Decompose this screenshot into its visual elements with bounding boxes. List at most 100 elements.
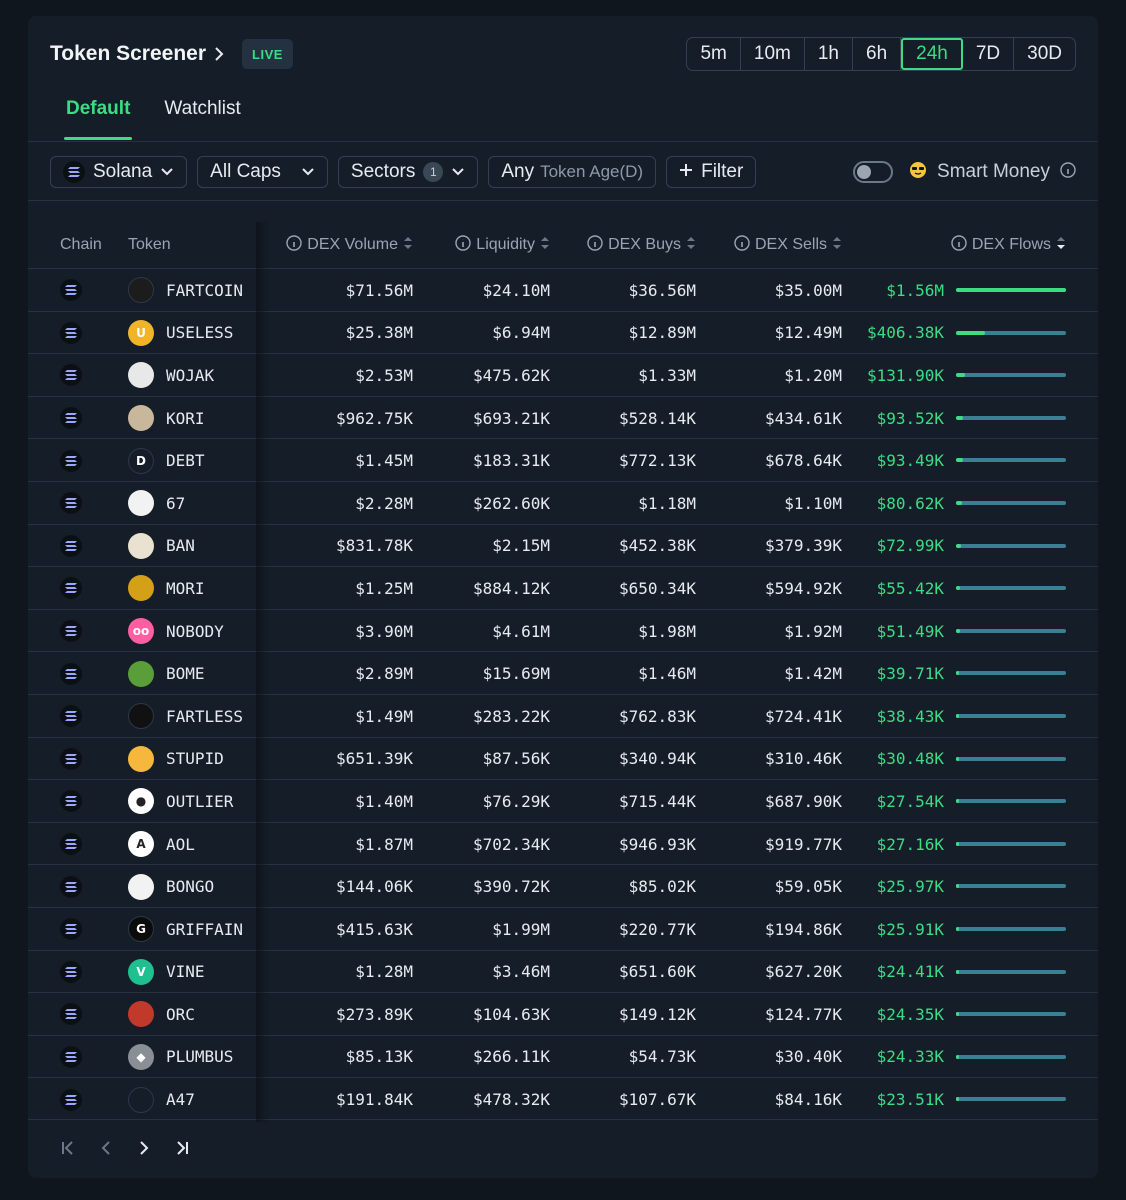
solana-icon — [60, 918, 82, 941]
token-cell[interactable]: V VINE — [128, 951, 205, 994]
table-header: Chain Token DEX Volume Liquidity DEX Buy… — [28, 222, 1098, 268]
prev-page-icon[interactable] — [98, 1138, 114, 1158]
dex-buys-cell: $650.34K — [618, 578, 696, 598]
chain-cell — [60, 652, 82, 695]
dex-volume-cell: $2.89M — [355, 664, 413, 684]
token-cell[interactable]: MORI — [128, 567, 205, 610]
token-cell[interactable]: ● OUTLIER — [128, 780, 233, 823]
token-cell[interactable]: D DEBT — [128, 439, 205, 482]
column-liquidity[interactable]: Liquidity — [423, 222, 550, 268]
timeframe-10m[interactable]: 10m — [741, 38, 805, 70]
dex-flows-cell: $80.62K — [876, 493, 944, 513]
table-row[interactable]: FARTCOIN $71.56M $24.10M $36.56M $35.00M $1.5… — [28, 268, 1098, 311]
table-row[interactable]: A47 $191.84K $478.32K $107.67K $84.16K $23.51… — [28, 1077, 1098, 1120]
flow-bar — [956, 288, 1066, 292]
timeframe-7d[interactable]: 7D — [963, 38, 1015, 70]
token-cell[interactable]: ◆ PLUMBUS — [128, 1036, 233, 1079]
token-cell[interactable]: 67 — [128, 482, 185, 525]
table-row[interactable]: KORI $962.75K $693.21K $528.14K $434.61K $93.… — [28, 395, 1098, 440]
smart-money-toggle[interactable] — [853, 161, 894, 183]
token-cell[interactable]: BONGO — [128, 865, 214, 908]
table-row[interactable]: V VINE $1.28M $3.46M $651.60K $627.20K $24.41K — [28, 949, 1098, 994]
token-cell[interactable]: STUPID — [128, 738, 224, 781]
token-cell[interactable]: A47 — [128, 1078, 195, 1121]
token-cell[interactable]: A AOL — [128, 823, 195, 866]
solana-icon — [60, 662, 82, 685]
sort-desc-icon[interactable] — [1056, 235, 1066, 256]
sort-icon[interactable] — [832, 235, 842, 256]
info-icon[interactable] — [587, 234, 603, 256]
table-row[interactable]: 67 $2.28M $262.60K $1.18M $1.10M $80.62K — [28, 480, 1098, 525]
info-icon[interactable] — [1060, 161, 1076, 183]
info-icon[interactable] — [951, 234, 967, 256]
next-page-icon[interactable] — [136, 1138, 152, 1158]
dex-volume-cell: $1.40M — [355, 791, 413, 811]
table-row[interactable]: MORI $1.25M $884.12K $650.34K $594.92K $55.42… — [28, 566, 1098, 609]
info-icon[interactable] — [286, 234, 302, 256]
column-dex-flows[interactable]: DEX Flows — [908, 222, 1066, 268]
token-name: 67 — [166, 493, 186, 513]
token-cell[interactable]: U USELESS — [128, 312, 233, 355]
token-cell[interactable]: ORC — [128, 993, 195, 1036]
table-row[interactable]: STUPID $651.39K $87.56K $340.94K $310.46K $30… — [28, 736, 1098, 781]
token-cell[interactable]: FARTLESS — [128, 695, 243, 738]
chevron-down-icon — [301, 161, 315, 183]
flow-bar — [956, 500, 1066, 505]
flow-bar-fill — [956, 884, 959, 889]
table-row[interactable]: ● OUTLIER $1.40M $76.29K $715.44K $687.90K $27… — [28, 779, 1098, 822]
token-cell[interactable]: BAN — [128, 525, 195, 568]
table-row[interactable]: A AOL $1.87M $702.34K $946.93K $919.77K $27.16… — [28, 821, 1098, 866]
sort-icon[interactable] — [403, 235, 413, 256]
page-title[interactable]: Token Screener — [50, 42, 206, 66]
table-row[interactable]: BAN $831.78K $2.15M $452.38K $379.39K $72.99K — [28, 523, 1098, 568]
table-row[interactable]: ◆ PLUMBUS $85.13K $266.11K $54.73K $30.40K $24… — [28, 1034, 1098, 1079]
timeframe-1h[interactable]: 1h — [805, 38, 853, 70]
solana-icon — [60, 875, 82, 898]
table-row[interactable]: D DEBT $1.45M $183.31K $772.13K $678.64K $93.4… — [28, 438, 1098, 481]
table-row[interactable]: ORC $273.89K $104.63K $149.12K $124.77K $24.3… — [28, 992, 1098, 1035]
table-row[interactable]: oo NOBODY $3.90M $4.61M $1.98M $1.92M $51.49K — [28, 608, 1098, 653]
add-filter-button[interactable]: Filter — [666, 156, 757, 188]
table-row[interactable]: FARTLESS $1.49M $283.22K $762.83K $724.41K $3… — [28, 693, 1098, 738]
token-cell[interactable]: WOJAK — [128, 354, 214, 397]
chevron-right-icon[interactable] — [214, 47, 228, 61]
table-row[interactable]: BONGO $144.06K $390.72K $85.02K $59.05K $25.9… — [28, 864, 1098, 907]
timeframe-24h[interactable]: 24h — [901, 38, 963, 70]
dex-flows-cell: $72.99K — [876, 536, 944, 556]
chain-select[interactable]: Solana — [50, 156, 188, 188]
timeframe-6h[interactable]: 6h — [853, 38, 902, 70]
timeframe-30d[interactable]: 30D — [1014, 38, 1075, 70]
flow-bar-fill — [956, 288, 1066, 292]
info-icon[interactable] — [734, 234, 750, 256]
column-dex-sells[interactable]: DEX Sells — [708, 222, 842, 268]
token-cell[interactable]: G GRIFFAIN — [128, 908, 243, 951]
solana-icon — [60, 449, 82, 472]
token-cell[interactable]: FARTCOIN — [128, 269, 243, 312]
last-page-icon[interactable] — [174, 1138, 190, 1158]
token-age-prefix: Any — [501, 161, 535, 182]
first-page-icon[interactable] — [60, 1138, 76, 1158]
table-row[interactable]: BOME $2.89M $15.69M $1.46M $1.42M $39.71K — [28, 651, 1098, 694]
sort-icon[interactable] — [540, 235, 550, 256]
sectors-select[interactable]: Sectors 1 — [337, 156, 479, 188]
table-row[interactable]: WOJAK $2.53M $475.62K $1.33M $1.20M $131.90K — [28, 353, 1098, 396]
tab-watchlist[interactable]: Watchlist — [164, 98, 240, 140]
flow-bar-fill — [956, 756, 959, 761]
table-row[interactable]: U USELESS $25.38M $6.94M $12.89M $12.49M $406.… — [28, 310, 1098, 355]
caps-select[interactable]: All Caps — [197, 156, 328, 188]
info-icon[interactable] — [455, 234, 471, 256]
table-row[interactable]: G GRIFFAIN $415.63K $1.99M $220.77K $194.86K $… — [28, 906, 1098, 951]
dex-buys-cell: $528.14K — [618, 408, 696, 428]
token-cell[interactable]: BOME — [128, 652, 205, 695]
timeframe-5m[interactable]: 5m — [687, 38, 741, 70]
liquidity-cell: $266.11K — [472, 1047, 550, 1067]
token-cell[interactable]: oo NOBODY — [128, 610, 224, 653]
column-dex-volume[interactable]: DEX Volume — [268, 222, 413, 268]
tab-default[interactable]: Default — [63, 98, 133, 140]
token-age-select[interactable]: Any Token Age(D) — [488, 156, 657, 188]
token-cell[interactable]: KORI — [128, 397, 205, 440]
flow-bar — [956, 884, 1066, 889]
column-dex-buys[interactable]: DEX Buys — [558, 222, 696, 268]
sort-icon[interactable] — [686, 235, 696, 256]
liquidity-cell: $283.22K — [472, 706, 550, 726]
